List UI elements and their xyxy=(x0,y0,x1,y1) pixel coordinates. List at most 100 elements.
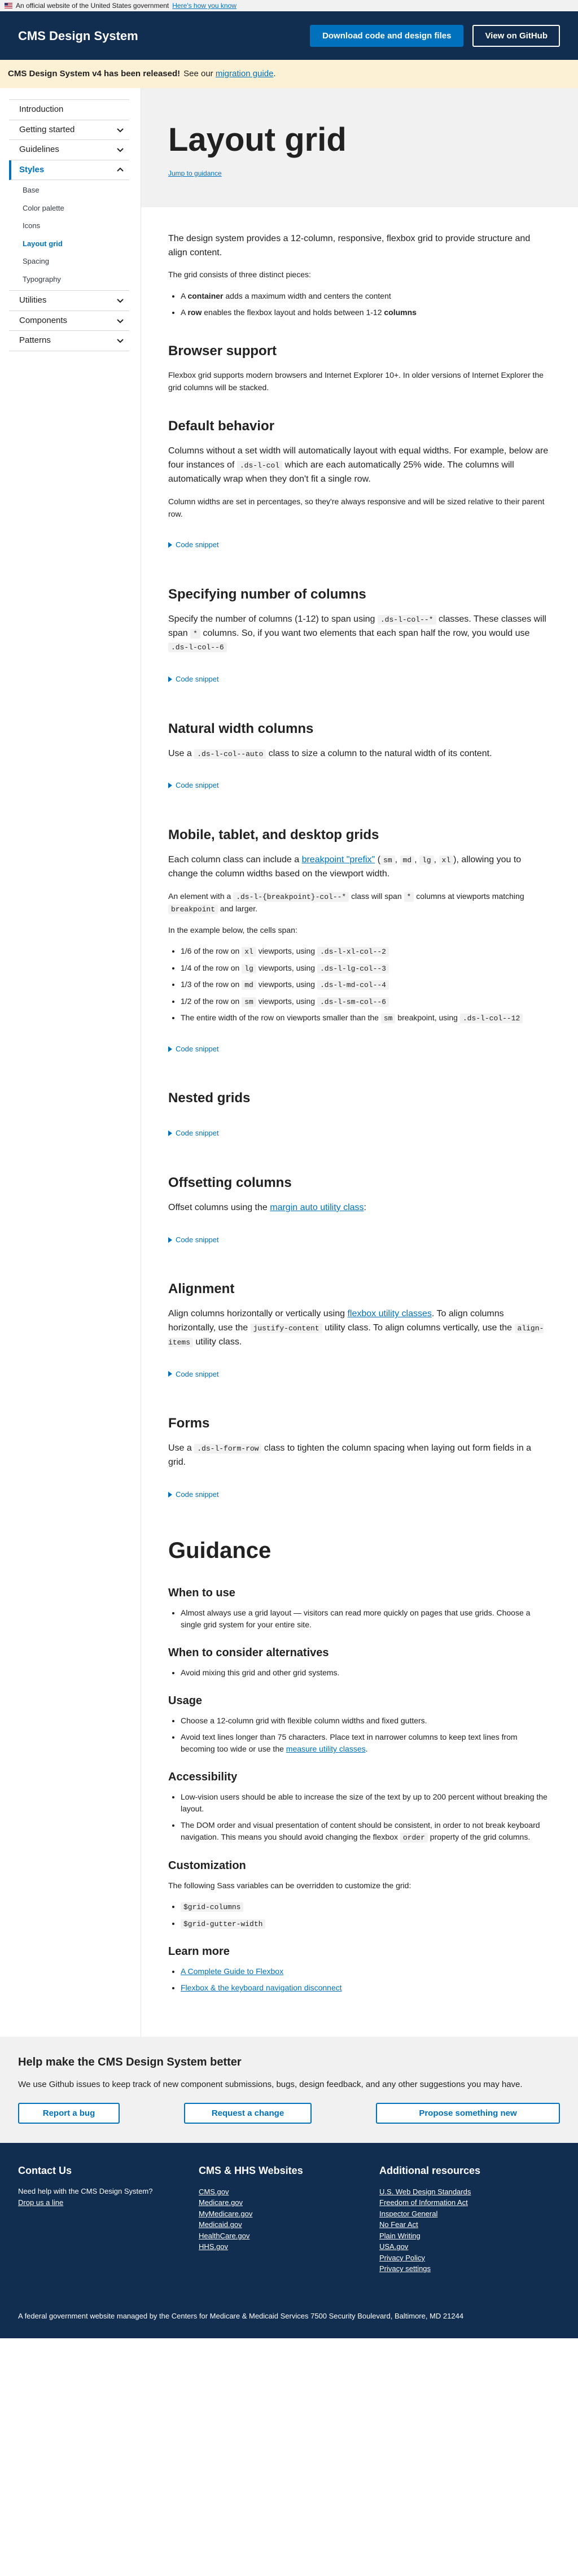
list-item: Flexbox & the keyboard navigation discon… xyxy=(181,1982,551,1994)
specify-text: Specify the number of columns (1-12) to … xyxy=(168,614,546,653)
request-change-button[interactable]: Request a change xyxy=(184,2102,312,2124)
migration-guide-link[interactable]: migration guide xyxy=(216,68,274,81)
code-snippet-toggle[interactable]: Code snippet xyxy=(168,780,551,791)
chevron-down-icon xyxy=(116,296,125,305)
report-bug-button[interactable]: Report a bug xyxy=(18,2102,120,2124)
footer-link[interactable]: USA.gov xyxy=(379,2241,560,2252)
code-snippet-toggle[interactable]: Code snippet xyxy=(168,1234,551,1246)
sidebar-nav: Introduction Getting started Guidelines … xyxy=(0,88,141,2037)
chevron-down-icon xyxy=(116,145,125,154)
sidebar-item-introduction[interactable]: Introduction xyxy=(9,99,129,120)
subnav-item-base[interactable]: Base xyxy=(23,181,129,199)
section-title-natural-width: Natural width columns xyxy=(168,721,314,736)
list-item: Almost always use a grid layout — visito… xyxy=(181,1607,551,1631)
sidebar-item-utilities[interactable]: Utilities xyxy=(9,291,129,311)
footer-link[interactable]: HHS.gov xyxy=(199,2241,379,2252)
footer-link[interactable]: Privacy settings xyxy=(379,2263,560,2274)
intro-text: The design system provides a 12-column, … xyxy=(168,233,531,257)
chevron-down-icon xyxy=(116,125,125,134)
code-snippet-toggle[interactable]: Code snippet xyxy=(168,1369,551,1380)
footer-link[interactable]: HealthCare.gov xyxy=(199,2230,379,2242)
list-item: 1/3 of the row on md viewports, using .d… xyxy=(181,979,551,991)
section-title-default-behavior: Default behavior xyxy=(168,418,275,434)
subnav-item-layout-grid[interactable]: Layout grid xyxy=(23,235,129,253)
code-snippet-toggle[interactable]: Code snippet xyxy=(168,1128,551,1139)
footer-link[interactable]: Privacy Policy xyxy=(379,2252,560,2264)
section-title-forms: Forms xyxy=(168,1416,210,1431)
measure-utility-link[interactable]: measure utility classes xyxy=(286,1744,366,1753)
download-button[interactable]: Download code and design files xyxy=(310,24,464,47)
list-item: A Complete Guide to Flexbox xyxy=(181,1966,551,1977)
code-snippet-toggle[interactable]: Code snippet xyxy=(168,674,551,685)
drop-us-a-line-link[interactable]: Drop us a line xyxy=(18,2197,199,2208)
code-snippet-toggle[interactable]: Code snippet xyxy=(168,539,551,551)
footer-link[interactable]: Inspector General xyxy=(379,2208,560,2220)
footer-link[interactable]: Freedom of Information Act xyxy=(379,2197,560,2208)
code-snippet-toggle[interactable]: Code snippet xyxy=(168,1044,551,1055)
footer-link[interactable]: U.S. Web Design Standards xyxy=(379,2186,560,2198)
list-item: The DOM order and visual presentation of… xyxy=(181,1819,551,1844)
mtd-text-2: An element with a .ds-l-{breakpoint}-col… xyxy=(168,891,524,914)
subnav-item-color-palette[interactable]: Color palette xyxy=(23,199,129,217)
footer-link[interactable]: Plain Writing xyxy=(379,2230,560,2242)
offset-text: Offset columns using the margin auto uti… xyxy=(168,1202,366,1212)
list-item: Avoid text lines longer than 75 characte… xyxy=(181,1731,551,1755)
code-inline: .ds-l-col xyxy=(237,461,283,471)
forms-text: Use a .ds-l-form-row class to tighten th… xyxy=(168,1443,532,1467)
flexbox-utility-link[interactable]: flexbox utility classes xyxy=(347,1309,431,1318)
section-title-alignment: Alignment xyxy=(168,1281,235,1297)
section-title-offsetting: Offsetting columns xyxy=(168,1175,292,1190)
intro-pieces: The grid consists of three distinct piec… xyxy=(168,270,311,280)
footer-link[interactable]: No Fear Act xyxy=(379,2219,560,2230)
footer-contact: Contact Us Need help with the CMS Design… xyxy=(18,2163,199,2274)
list-item: $grid-columns xyxy=(181,1901,551,1913)
chevron-down-icon xyxy=(116,336,125,345)
github-button[interactable]: View on GitHub xyxy=(472,24,560,47)
subnav-item-typography[interactable]: Typography xyxy=(23,270,129,289)
subnav-item-icons[interactable]: Icons xyxy=(23,217,129,235)
sidebar-item-patterns[interactable]: Patterns xyxy=(9,331,129,351)
default-text-2: Column widths are set in percentages, so… xyxy=(168,496,545,518)
us-flag-icon xyxy=(5,3,12,8)
release-alert: CMS Design System v4 has been released! … xyxy=(0,60,578,88)
keyboard-disconnect-link[interactable]: Flexbox & the keyboard navigation discon… xyxy=(181,1983,342,1992)
browser-text: Flexbox grid supports modern browsers an… xyxy=(168,370,544,392)
list-item: Avoid mixing this grid and other grid sy… xyxy=(181,1667,551,1679)
list-item: A row enables the flexbox layout and hol… xyxy=(181,307,551,318)
guidance-learn-title: Learn more xyxy=(168,1945,230,1958)
margin-auto-link[interactable]: margin auto utility class xyxy=(270,1203,364,1212)
subnav-item-spacing[interactable]: Spacing xyxy=(23,252,129,270)
footer-link[interactable]: MyMedicare.gov xyxy=(199,2208,379,2220)
list-item: 1/6 of the row on xl viewports, using .d… xyxy=(181,945,551,958)
sidebar-item-guidelines[interactable]: Guidelines xyxy=(9,140,129,160)
flexbox-guide-link[interactable]: A Complete Guide to Flexbox xyxy=(181,1967,283,1976)
footer-link[interactable]: CMS.gov xyxy=(199,2186,379,2198)
styles-subnav: Base Color palette Icons Layout grid Spa… xyxy=(9,180,129,291)
footer-link[interactable]: Medicare.gov xyxy=(199,2197,379,2208)
page-title: Layout grid xyxy=(168,121,347,158)
default-text: Columns without a set width will automat… xyxy=(168,446,549,484)
mtd-list: 1/6 of the row on xl viewports, using .d… xyxy=(168,945,551,1024)
guidance-title: Guidance xyxy=(168,1538,272,1564)
help-text: We use Github issues to keep track of ne… xyxy=(18,2080,523,2090)
code-snippet-toggle[interactable]: Code snippet xyxy=(168,1489,551,1500)
site-logo[interactable]: CMS Design System xyxy=(18,27,138,45)
chevron-down-icon xyxy=(116,316,125,325)
propose-new-button[interactable]: Propose something new xyxy=(376,2102,560,2124)
heres-how-you-know-link[interactable]: Here's how you know xyxy=(172,1,237,11)
natural-text: Use a .ds-l-col--auto class to size a co… xyxy=(168,748,492,759)
footer-link[interactable]: Medicaid.gov xyxy=(199,2219,379,2230)
page-hero: Layout grid Jump to guidance xyxy=(141,88,578,207)
jump-to-guidance-link[interactable]: Jump to guidance xyxy=(168,168,222,178)
breakpoint-prefix-link[interactable]: breakpoint "prefix" xyxy=(302,855,375,865)
mtd-text: Each column class can include a breakpoi… xyxy=(168,854,522,879)
site-header: CMS Design System Download code and desi… xyxy=(0,11,578,60)
sidebar-item-components[interactable]: Components xyxy=(9,311,129,331)
custom-text: The following Sass variables can be over… xyxy=(168,1880,411,1890)
sidebar-item-styles[interactable]: Styles xyxy=(9,160,129,180)
list-item: A container adds a maximum width and cen… xyxy=(181,290,551,302)
section-title-mobile-tablet-desktop: Mobile, tablet, and desktop grids xyxy=(168,827,379,842)
usa-banner-text: An official website of the United States… xyxy=(16,2,169,10)
sidebar-item-getting-started[interactable]: Getting started xyxy=(9,120,129,140)
list-item: 1/2 of the row on sm viewports, using .d… xyxy=(181,996,551,1008)
